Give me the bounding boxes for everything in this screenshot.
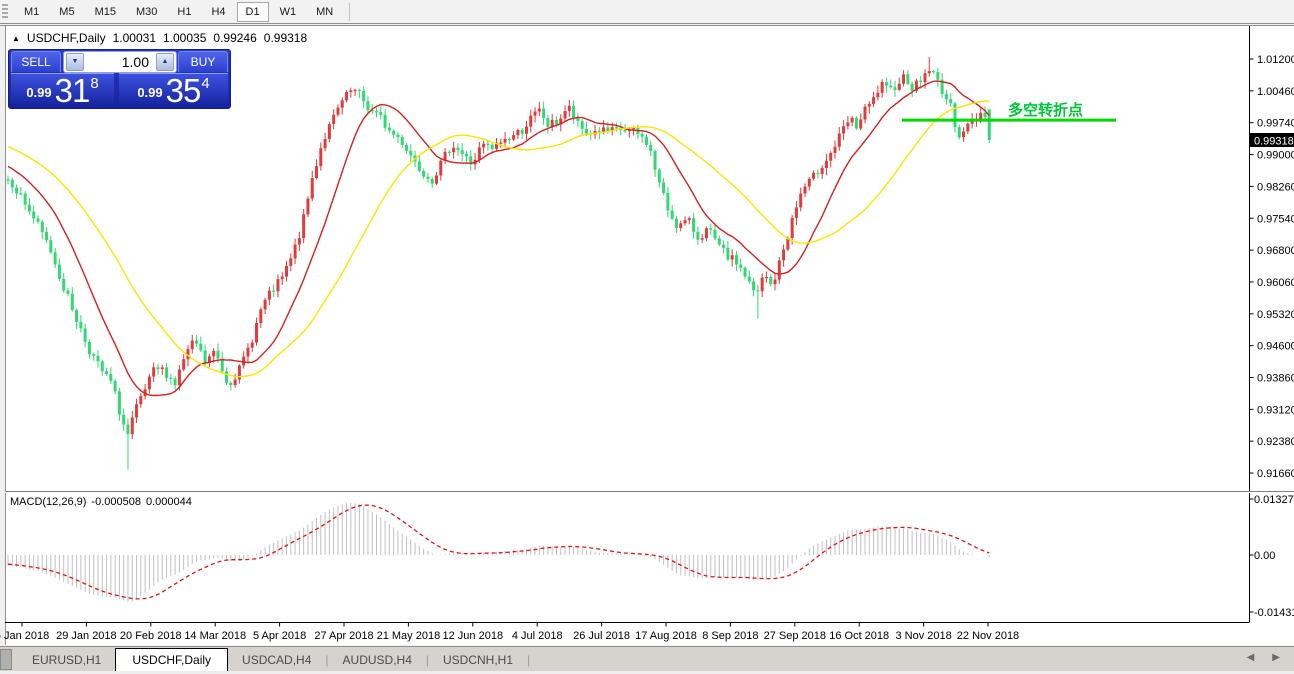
tab-scroll-left-icon[interactable]: ◀ <box>1247 652 1255 663</box>
macd-value-main: -0.000508 <box>91 496 141 508</box>
timeframe-button-h4[interactable]: H4 <box>202 2 234 22</box>
toolbar-separator <box>349 2 351 21</box>
quote-low: 0.99246 <box>213 31 257 45</box>
volume-up-button[interactable]: ▲ <box>156 53 174 71</box>
time-axis-label: 20 Feb 2018 <box>120 630 182 642</box>
timeframe-toolbar: M1 M5 M15 M30 H1 H4 D1 W1 MN <box>0 0 1294 24</box>
sell-button[interactable]: SELL <box>11 51 61 72</box>
time-axis-label: 27 Apr 2018 <box>314 630 373 642</box>
chart-title: ▲ USDCHF,Daily 1.00031 1.00035 0.99246 0… <box>12 31 307 45</box>
time-axis-label: 22 Nov 2018 <box>957 630 1019 642</box>
macd-indicator-label: MACD(12,26,9) -0.000508 0.000044 <box>10 496 192 508</box>
volume-down-button[interactable]: ▼ <box>66 53 84 71</box>
time-axis-label: 17 Aug 2018 <box>635 630 697 642</box>
timeframe-button-m30[interactable]: M30 <box>127 2 166 22</box>
chart-tabs-bar: EURUSD,H1 USDCHF,Daily USDCAD,H4 | AUDUSD,H4… <box>0 646 1294 673</box>
tab-usdcnh-h1[interactable]: USDCNH,H1 <box>429 650 527 670</box>
macd-value-signal: 0.000044 <box>145 496 192 508</box>
one-click-trading-panel: SELL ▼ 1.00 ▲ BUY 0.99 31 8 0.99 35 4 <box>8 49 231 109</box>
collapse-triangle-icon[interactable]: ▲ <box>12 34 20 43</box>
tab-usdchf-daily[interactable]: USDCHF,Daily <box>115 647 229 673</box>
price-axis-label: 0.91660 <box>1257 468 1294 480</box>
price-axis-label: 0.97540 <box>1257 213 1294 225</box>
timeframe-button-m5[interactable]: M5 <box>50 2 83 22</box>
current-price-badge: 0.99318 <box>1250 133 1294 148</box>
macd-name: MACD(12,26,9) <box>10 496 87 508</box>
price-axis-label: 0.96800 <box>1257 245 1294 257</box>
timeframe-button-mn[interactable]: MN <box>307 2 342 22</box>
volume-stepper: ▼ 1.00 ▲ <box>63 51 177 73</box>
tab-scroll-right-icon[interactable]: ▶ <box>1272 652 1280 663</box>
quote-close: 0.99318 <box>263 31 308 45</box>
price-axis-label: 0.98260 <box>1257 181 1294 193</box>
time-axis-label: 5 Apr 2018 <box>253 630 306 642</box>
timeframe-button-m1[interactable]: M1 <box>15 2 48 22</box>
price-axis-label: 0.99000 <box>1257 150 1294 162</box>
tab-scroll-controls: ◀ ▶ <box>1247 652 1280 663</box>
tab-eurusd-h1[interactable]: EURUSD,H1 <box>18 650 115 670</box>
time-axis-label: 5 Jan 2018 <box>0 630 49 642</box>
tab-usdcad-h4[interactable]: USDCAD,H4 <box>228 650 325 670</box>
macd-axis-label: 0.01327 <box>1254 494 1294 506</box>
chart-symbol: USDCHF,Daily <box>26 31 106 45</box>
macd-axis-label: 0.00 <box>1254 550 1275 562</box>
timeframe-button-d1[interactable]: D1 <box>236 1 269 22</box>
time-axis-label: 26 Jul 2018 <box>573 630 630 642</box>
sell-price-sup: 8 <box>90 75 99 92</box>
sell-price-big: 31 <box>54 72 91 109</box>
timeframe-buttons: M1 M5 M15 M30 H1 H4 D1 W1 MN <box>14 1 343 22</box>
buy-price-small: 0.99 <box>137 85 163 100</box>
price-axis-label: 0.99740 <box>1257 118 1294 130</box>
chart-tabs: EURUSD,H1 USDCHF,Daily USDCAD,H4 | AUDUSD,H4… <box>18 647 531 673</box>
toolbar-grip-icon[interactable] <box>2 3 8 20</box>
time-axis-label: 12 Jun 2018 <box>443 630 504 642</box>
sell-price-small: 0.99 <box>26 85 52 100</box>
time-axis-label: 29 Jan 2018 <box>56 630 117 642</box>
price-axis-label: 0.93860 <box>1257 373 1294 385</box>
tabbar-corner-box <box>0 649 12 670</box>
quote-open: 1.00031 <box>112 31 156 45</box>
timeframe-button-m15[interactable]: M15 <box>86 2 125 22</box>
sell-price-button[interactable]: 0.99 31 8 <box>11 72 114 109</box>
buy-price-button[interactable]: 0.99 35 4 <box>119 72 228 109</box>
price-axis-label: 1.01200 <box>1257 54 1294 66</box>
quote-high: 1.00035 <box>163 31 207 45</box>
price-axis-label: 0.94600 <box>1257 341 1294 353</box>
price-axis-label: 0.92380 <box>1257 436 1294 448</box>
time-axis-label: 4 Jul 2018 <box>512 630 563 642</box>
volume-value[interactable]: 1.00 <box>86 54 154 70</box>
price-axis-label: 0.95320 <box>1257 309 1294 321</box>
time-axis-label: 16 Oct 2018 <box>829 630 889 642</box>
price-axis-label: 0.93120 <box>1257 404 1294 416</box>
trendline-label: 多空转折点 <box>1008 101 1083 119</box>
chart-canvas[interactable]: 1.01200 1.00460 0.99740 0.99000 0.98260 0.975… <box>0 25 1294 646</box>
time-axis-label: 8 Sep 2018 <box>702 630 758 642</box>
time-axis-label: 3 Nov 2018 <box>895 630 951 642</box>
price-axis-label: 1.00460 <box>1257 86 1294 98</box>
time-axis-label: 14 Mar 2018 <box>184 630 246 642</box>
tab-audusd-h4[interactable]: AUDUSD,H4 <box>329 650 426 670</box>
timeframe-button-h1[interactable]: H1 <box>168 2 200 22</box>
time-axis-label: 27 Sep 2018 <box>764 630 826 642</box>
buy-button[interactable]: BUY <box>178 51 228 72</box>
price-axis-label: 0.96060 <box>1257 277 1294 289</box>
timeframe-button-w1[interactable]: W1 <box>271 2 306 22</box>
buy-price-sup: 4 <box>201 75 210 92</box>
time-axis-label: 21 May 2018 <box>377 630 441 642</box>
buy-price-big: 35 <box>165 72 202 109</box>
trading-terminal-window: M1 M5 M15 M30 H1 H4 D1 W1 MN 1.01200 1.00460 0.997… <box>0 0 1294 674</box>
tab-divider: | <box>527 652 531 667</box>
svg-text:0.99318: 0.99318 <box>1254 136 1294 148</box>
macd-axis-label: -0.01431 <box>1254 607 1294 619</box>
